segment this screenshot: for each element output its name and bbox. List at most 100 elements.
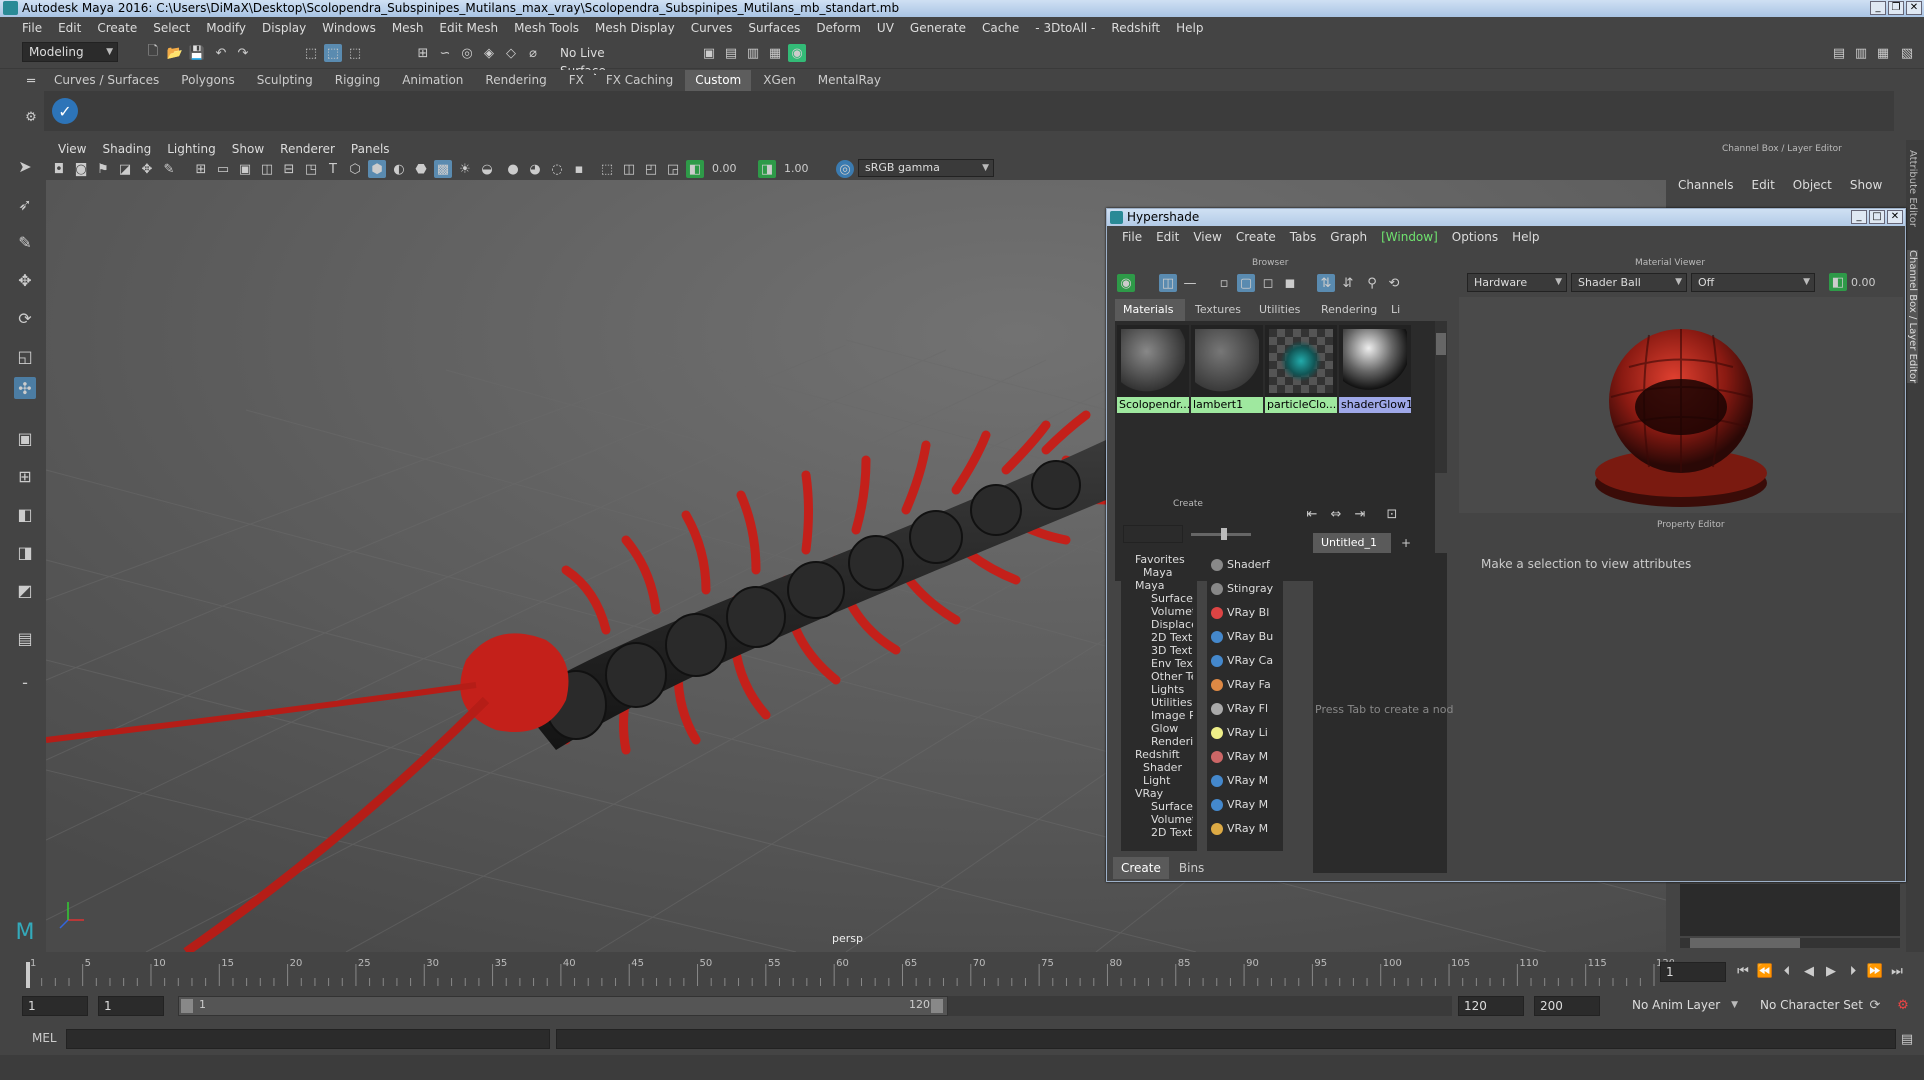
create-tree-item[interactable]: Env Text bbox=[1127, 657, 1193, 670]
range-slider-start-handle[interactable] bbox=[181, 999, 193, 1013]
bookmark-icon[interactable]: ⚑ bbox=[94, 160, 112, 178]
menu-item[interactable]: Mesh Display bbox=[587, 21, 683, 35]
persp-hypershade-icon[interactable]: ◩ bbox=[14, 579, 36, 601]
scale-tool-icon[interactable]: ◱ bbox=[14, 345, 36, 367]
undo-icon[interactable]: ↶ bbox=[212, 44, 230, 62]
menu-item[interactable]: Cache bbox=[974, 21, 1027, 35]
menu-item[interactable]: Display bbox=[254, 21, 314, 35]
material-swatch[interactable]: shaderGlow1 bbox=[1339, 325, 1411, 413]
viewer-shape-dropdown[interactable]: Shader Ball ▼ bbox=[1571, 273, 1687, 292]
menu-item[interactable]: Mesh bbox=[384, 21, 432, 35]
create-list-item[interactable]: VRay M bbox=[1211, 793, 1275, 817]
film-gate-icon[interactable]: ▭ bbox=[214, 160, 232, 178]
graph-output-icon[interactable]: ⇥ bbox=[1351, 505, 1369, 523]
rotate-tool-icon[interactable]: ⟳ bbox=[14, 307, 36, 329]
viewer-exposure-icon[interactable]: ◧ bbox=[1829, 273, 1847, 291]
shelf-tab[interactable]: Sculpting bbox=[246, 70, 323, 91]
refresh-icon[interactable]: ⟲ bbox=[1385, 274, 1403, 292]
isolate-select-icon[interactable]: ⬚ bbox=[598, 160, 616, 178]
colorspace-dropdown[interactable]: sRGB gamma ▼ bbox=[858, 159, 994, 177]
browser-scrollbar[interactable] bbox=[1435, 321, 1447, 473]
hypershade-menu-item[interactable]: Options bbox=[1445, 230, 1505, 244]
browser-xlarge-icon[interactable]: ◼ bbox=[1281, 274, 1299, 292]
lasso-tool-icon[interactable]: ➶ bbox=[14, 193, 36, 215]
material-swatch[interactable]: particleClo... bbox=[1265, 325, 1337, 413]
create-tree-item[interactable]: 2D Textu bbox=[1127, 826, 1193, 839]
preferences-icon[interactable]: ⚙ bbox=[1894, 996, 1912, 1014]
shadows-icon[interactable]: ◒ bbox=[478, 160, 496, 178]
script-editor-icon[interactable]: ▤ bbox=[1898, 1030, 1916, 1048]
select-object-icon[interactable]: ⬚ bbox=[324, 44, 342, 62]
create-tree-item[interactable]: Lights bbox=[1127, 683, 1193, 696]
snap-surface-icon[interactable]: ◇ bbox=[502, 44, 520, 62]
menu-item[interactable]: Edit Mesh bbox=[431, 21, 506, 35]
shelf-tab[interactable]: Rigging bbox=[324, 70, 391, 91]
snap-view-icon[interactable]: ◈ bbox=[480, 44, 498, 62]
shelf-tab[interactable]: Custom bbox=[685, 70, 752, 91]
checkmark-shelf-icon[interactable]: ✓ bbox=[52, 98, 78, 124]
go-to-start-icon[interactable]: ⏮ bbox=[1734, 962, 1752, 980]
wireframe-icon[interactable]: ⬡ bbox=[346, 160, 364, 178]
browser-small-icon[interactable]: ▫ bbox=[1215, 274, 1233, 292]
viewer-renderer-dropdown[interactable]: Hardware ▼ bbox=[1467, 273, 1567, 292]
create-tree-item[interactable]: Volumet bbox=[1127, 813, 1193, 826]
layout-icon-1[interactable]: ▤ bbox=[1830, 44, 1848, 62]
go-to-end-icon[interactable]: ⏭ bbox=[1888, 962, 1906, 980]
create-tree-item[interactable]: Maya bbox=[1127, 566, 1193, 579]
horizontal-scrollbar[interactable] bbox=[1680, 938, 1900, 948]
gamma-value[interactable]: 1.00 bbox=[784, 162, 809, 175]
outliner-icon[interactable]: ▤ bbox=[14, 627, 36, 649]
material-swatch[interactable]: Scolopendr... bbox=[1117, 325, 1189, 413]
create-list-item[interactable]: VRay Bl bbox=[1211, 601, 1275, 625]
range-slider[interactable]: 1 120 bbox=[178, 996, 948, 1016]
sort-type-icon[interactable]: ⇵ bbox=[1339, 274, 1357, 292]
create-list-item[interactable]: VRay M bbox=[1211, 769, 1275, 793]
select-tool-icon[interactable]: ➤ bbox=[14, 155, 36, 177]
new-scene-icon[interactable]: 🗋 bbox=[144, 44, 162, 62]
gate-mask-icon[interactable]: ◫ bbox=[258, 160, 276, 178]
playback-end-field[interactable]: 120 bbox=[1458, 996, 1524, 1016]
attribute-editor-tab[interactable]: Attribute Editor bbox=[1907, 150, 1918, 227]
character-set-dropdown[interactable]: No Character Set bbox=[1754, 996, 1874, 1016]
pin-icon[interactable]: ⚲ bbox=[1363, 274, 1381, 292]
shelf-tab[interactable]: MentalRay bbox=[807, 70, 892, 91]
menu-item[interactable]: Redshift bbox=[1103, 21, 1168, 35]
move-tool-icon[interactable]: ✥ bbox=[14, 269, 36, 291]
ipr-render-icon[interactable]: ▥ bbox=[744, 44, 762, 62]
field-chart-icon[interactable]: ⊟ bbox=[280, 160, 298, 178]
hypershade-icon[interactable]: ◉ bbox=[788, 44, 806, 62]
create-list-item[interactable]: Shaderf bbox=[1211, 553, 1275, 577]
select-hierarchy-icon[interactable]: ⬚ bbox=[302, 44, 320, 62]
graph-both-icon[interactable]: ⇔ bbox=[1327, 505, 1345, 523]
step-back-key-icon[interactable]: ⏪ bbox=[1756, 962, 1774, 980]
shelf-tab[interactable]: FX Caching bbox=[595, 70, 684, 91]
hypershade-menu-item[interactable]: Tabs bbox=[1283, 230, 1324, 244]
browser-list-icon[interactable]: — bbox=[1181, 274, 1199, 292]
create-tree-item[interactable]: Volumet bbox=[1127, 605, 1193, 618]
snap-grid-icon[interactable]: ⊞ bbox=[414, 44, 432, 62]
open-scene-icon[interactable]: 📂 bbox=[166, 44, 184, 62]
hypershade-menu-item[interactable]: View bbox=[1186, 230, 1228, 244]
create-tree-item[interactable]: Surface bbox=[1127, 592, 1193, 605]
icon-size-slider[interactable] bbox=[1191, 528, 1251, 540]
menu-item[interactable]: Mesh Tools bbox=[506, 21, 587, 35]
browser-view-icon[interactable]: ◫ bbox=[1159, 274, 1177, 292]
persp-outliner-icon[interactable]: ◧ bbox=[14, 503, 36, 525]
create-tree-item[interactable]: Other Te bbox=[1127, 670, 1193, 683]
create-tree-item[interactable]: Utilities bbox=[1127, 696, 1193, 709]
viewport-menu-item[interactable]: Renderer bbox=[272, 140, 343, 158]
grease-pencil-icon[interactable]: ✎ bbox=[160, 160, 178, 178]
hs-bottom-tab[interactable]: Create bbox=[1113, 857, 1169, 879]
shelf-settings-icon[interactable]: ⚙ bbox=[22, 108, 40, 126]
depth-of-field-icon[interactable]: ▪ bbox=[570, 160, 588, 178]
menu-item[interactable]: File bbox=[14, 21, 50, 35]
safe-title-icon[interactable]: T bbox=[324, 160, 342, 178]
menu-item[interactable]: Select bbox=[145, 21, 198, 35]
workspace-dropdown[interactable]: Modeling ▼ bbox=[22, 42, 118, 62]
render-settings-icon[interactable]: ▦ bbox=[766, 44, 784, 62]
viewport-menu-item[interactable]: Panels bbox=[343, 140, 398, 158]
step-back-frame-icon[interactable]: ⏴ bbox=[1778, 962, 1796, 980]
create-list-item[interactable]: VRay Ca bbox=[1211, 649, 1275, 673]
create-list-item[interactable]: Stingray bbox=[1211, 577, 1275, 601]
create-list-item[interactable]: VRay M bbox=[1211, 817, 1275, 841]
